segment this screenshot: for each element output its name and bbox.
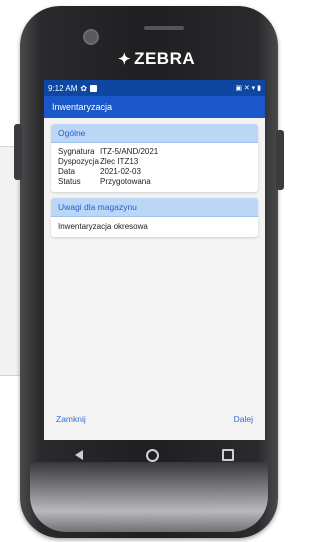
zebra-head-icon: ✦ — [118, 51, 132, 68]
device-bottom-bumper — [30, 462, 268, 532]
field-label: Data — [58, 167, 75, 176]
status-time: 9:12 AM — [48, 83, 78, 93]
screen: 9:12 AM ✿ ▣ ✕ ▾ ▮ Inwentaryzacja Ogólne … — [44, 80, 265, 440]
footer-actions: Zamknij Dalej — [44, 410, 265, 428]
brand-name: ZEBRA — [134, 49, 196, 68]
app-bar: Inwentaryzacja — [44, 96, 265, 118]
recent-apps-icon[interactable] — [221, 449, 234, 461]
navigation-bar — [44, 440, 265, 470]
side-button-right — [276, 130, 284, 190]
field-value: Zlec ITZ13 — [100, 157, 139, 166]
field-value: ITZ-5/AND/2021 — [100, 147, 159, 156]
back-icon[interactable] — [75, 450, 84, 460]
general-card: Ogólne Sygnatura ITZ-5/AND/2021 Dyspozyc… — [51, 124, 258, 192]
notes-header: Uwagi dla magazynu — [51, 198, 258, 217]
speaker-grille — [144, 26, 184, 30]
field-row: Dyspozycja Zlec ITZ13 — [58, 157, 251, 167]
field-label: Status — [58, 177, 81, 186]
status-bar: 9:12 AM ✿ ▣ ✕ ▾ ▮ — [44, 80, 265, 96]
notes-text: Inwentaryzacja okresowa — [58, 222, 148, 231]
status-icons: ▣ ✕ ▾ ▮ — [235, 85, 261, 92]
field-row: Sygnatura ITZ-5/AND/2021 — [58, 147, 251, 157]
next-button[interactable]: Dalej — [234, 414, 253, 424]
camera-icon — [83, 29, 99, 45]
field-row: Status Przygotowana — [58, 177, 251, 187]
notification-icon — [90, 84, 98, 92]
field-value: Przygotowana — [100, 177, 151, 186]
side-button-left — [14, 124, 22, 180]
field-row: Data 2021-02-03 — [58, 167, 251, 177]
page-title: Inwentaryzacja — [52, 102, 113, 112]
general-header: Ogólne — [51, 124, 258, 143]
field-value: 2021-02-03 — [100, 167, 141, 176]
settings-icon: ✿ — [80, 83, 88, 93]
field-label: Dyspozycja — [58, 157, 99, 166]
notes-card: Uwagi dla magazynu Inwentaryzacja okreso… — [51, 198, 258, 237]
field-label: Sygnatura — [58, 147, 95, 156]
home-icon[interactable] — [145, 448, 159, 462]
close-button[interactable]: Zamknij — [56, 414, 86, 424]
brand-logo: ✦ ZEBRA — [118, 48, 195, 70]
